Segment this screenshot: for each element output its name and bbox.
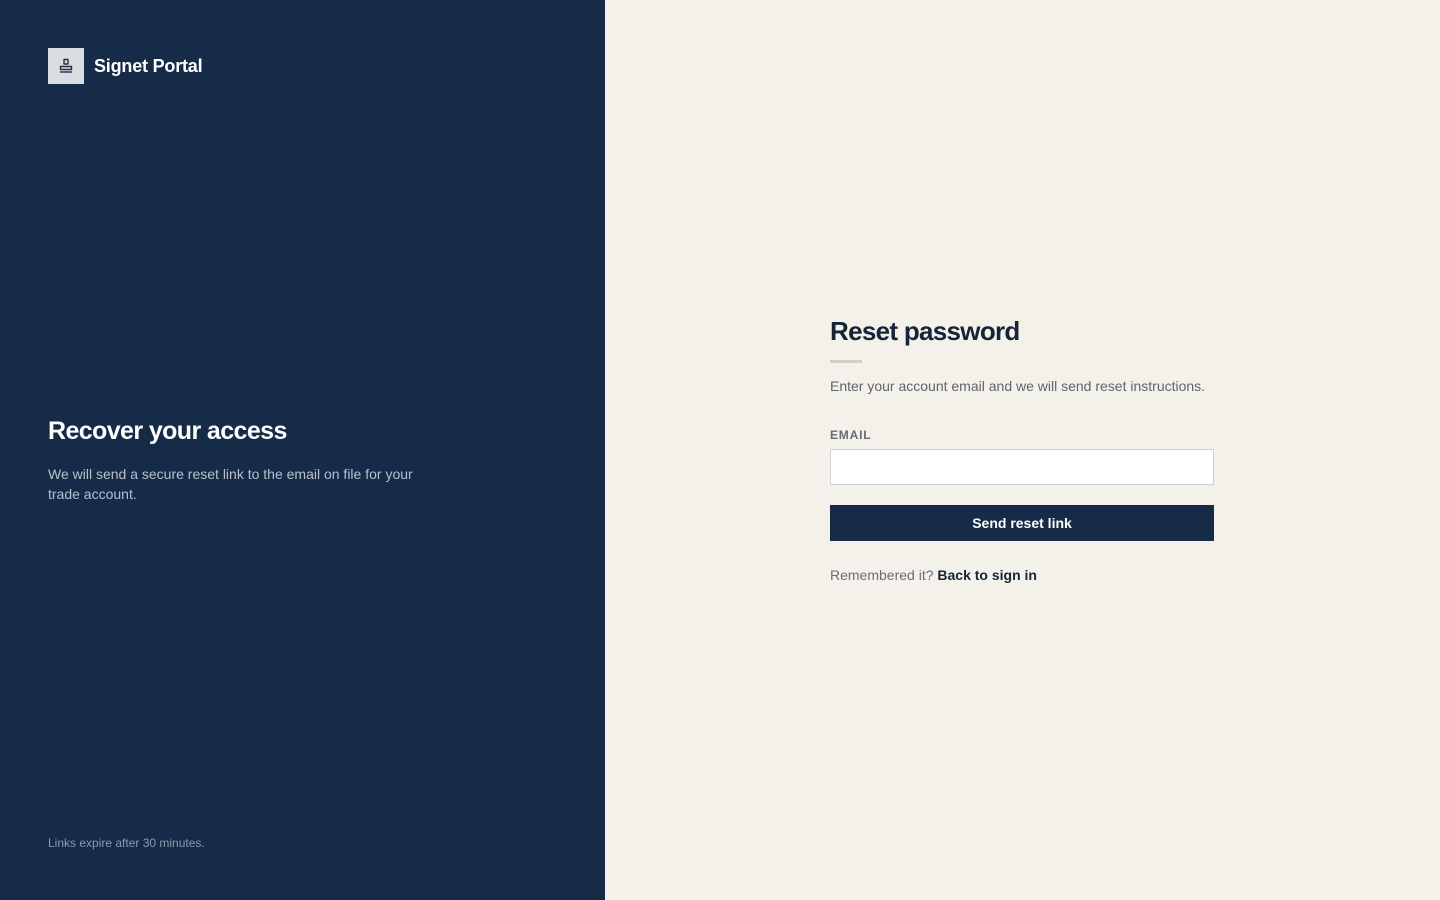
page: Signet Portal Recover your access We wil…: [0, 0, 1440, 900]
back-to-sign-in-link[interactable]: Back to sign in: [937, 567, 1037, 583]
brand-hero: Recover your access We will send a secur…: [48, 416, 428, 504]
stamp-icon: [48, 48, 84, 84]
hero-text: We will send a secure reset link to the …: [48, 466, 413, 502]
email-label: EMAIL: [830, 428, 872, 442]
form-panel: Reset password Enter your account email …: [605, 0, 1440, 900]
reset-password-form: Reset password Enter your account email …: [830, 314, 1214, 583]
brand-name: Signet Portal: [94, 55, 203, 76]
back-to-sign-in-row: Remembered it? Back to sign in: [830, 567, 1214, 583]
page-title: Reset password: [830, 316, 1020, 346]
send-reset-link-button[interactable]: Send reset link: [830, 505, 1214, 541]
title-divider: [830, 360, 862, 363]
hero-title: Recover your access: [48, 417, 287, 445]
brand-header: Signet Portal: [48, 48, 203, 84]
form-subtitle: Enter your account email and we will sen…: [830, 378, 1206, 394]
footer-note: Links expire after 30 minutes.: [48, 836, 205, 850]
brand-panel: Signet Portal Recover your access We wil…: [0, 0, 605, 900]
alt-prompt: Remembered it?: [830, 567, 934, 583]
email-field[interactable]: [830, 449, 1214, 485]
